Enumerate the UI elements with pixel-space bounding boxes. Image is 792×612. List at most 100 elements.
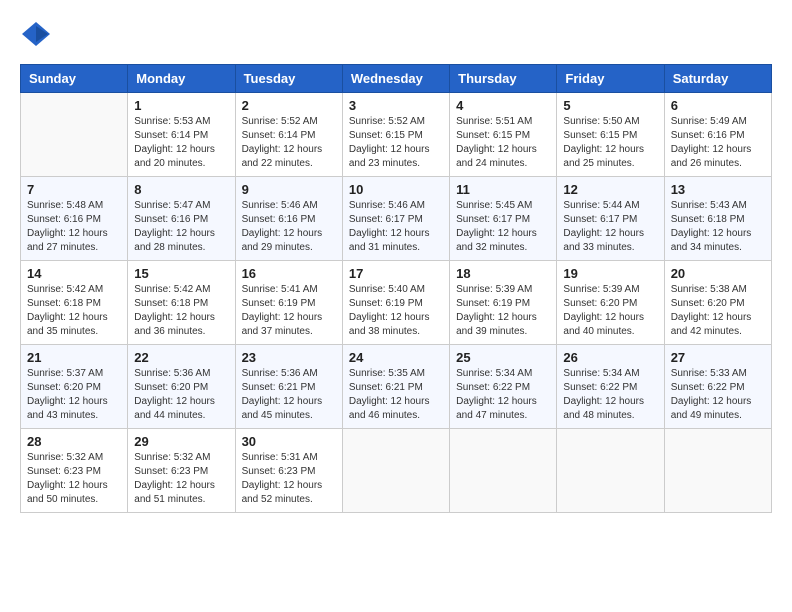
day-info: Sunrise: 5:36 AM Sunset: 6:20 PM Dayligh…: [134, 367, 228, 423]
day-info: Sunrise: 5:31 AM Sunset: 6:23 PM Dayligh…: [242, 451, 336, 507]
calendar-cell: 23Sunrise: 5:36 AM Sunset: 6:21 PM Dayli…: [235, 345, 342, 429]
calendar-cell: 25 Sunrise: 5:34 AM Sunset: 6:22 PM Dayli…: [450, 345, 557, 429]
logo: [20, 20, 58, 48]
calendar-cell: 24Sunrise: 5:35 AM Sunset: 6:21 PM Dayli…: [342, 345, 449, 429]
day-info: Sunrise: 5:33 AM Sunset: 6:22 PM Dayligh…: [671, 367, 765, 423]
calendar-cell: 6 Sunrise: 5:49 AM Sunset: 6:16 PM Daylig…: [664, 93, 771, 177]
day-info: Sunrise: 5:35 AM Sunset: 6:21 PM Dayligh…: [349, 367, 443, 423]
day-info: Sunrise: 5:46 AM Sunset: 6:16 PM Dayligh…: [242, 199, 336, 255]
day-of-week-header: Thursday: [450, 65, 557, 93]
day-number: 15: [134, 266, 228, 281]
calendar-header-row: SundayMondayTuesdayWednesdayThursdayFrid…: [21, 65, 772, 93]
day-info: Sunrise: 5:48 AM Sunset: 6:16 PM Dayligh…: [27, 199, 121, 255]
day-info: Sunrise: 5:47 AM Sunset: 6:16 PM Dayligh…: [134, 199, 228, 255]
day-info: Sunrise: 5:53 AM Sunset: 6:14 PM Dayligh…: [134, 115, 228, 171]
day-number: 19: [563, 266, 657, 281]
day-of-week-header: Monday: [128, 65, 235, 93]
day-number: 23: [242, 350, 336, 365]
day-info: Sunrise: 5:46 AM Sunset: 6:17 PM Dayligh…: [349, 199, 443, 255]
day-number: 9: [242, 182, 336, 197]
day-number: 26: [563, 350, 657, 365]
day-of-week-header: Tuesday: [235, 65, 342, 93]
calendar-cell: 5Sunrise: 5:50 AM Sunset: 6:15 PM Daylig…: [557, 93, 664, 177]
calendar-cell: 28 Sunrise: 5:32 AM Sunset: 6:23 PM Dayli…: [21, 429, 128, 513]
calendar-cell: [557, 429, 664, 513]
calendar-cell: 12Sunrise: 5:44 AM Sunset: 6:17 PM Dayli…: [557, 177, 664, 261]
day-number: 5: [563, 98, 657, 113]
calendar-cell: 29 Sunrise: 5:32 AM Sunset: 6:23 PM Dayli…: [128, 429, 235, 513]
calendar-cell: 27 Sunrise: 5:33 AM Sunset: 6:22 PM Dayli…: [664, 345, 771, 429]
day-number: 2: [242, 98, 336, 113]
day-info: Sunrise: 5:37 AM Sunset: 6:20 PM Dayligh…: [27, 367, 121, 423]
calendar-cell: 4 Sunrise: 5:51 AM Sunset: 6:15 PM Daylig…: [450, 93, 557, 177]
day-info: Sunrise: 5:52 AM Sunset: 6:14 PM Dayligh…: [242, 115, 336, 171]
day-number: 8: [134, 182, 228, 197]
day-number: 29: [134, 434, 228, 449]
calendar-week-row: 14 Sunrise: 5:42 AM Sunset: 6:18 PM Dayli…: [21, 261, 772, 345]
day-info: Sunrise: 5:34 AM Sunset: 6:22 PM Dayligh…: [456, 367, 550, 423]
day-info: Sunrise: 5:39 AM Sunset: 6:20 PM Dayligh…: [563, 283, 657, 339]
calendar-cell: 19 Sunrise: 5:39 AM Sunset: 6:20 PM Dayli…: [557, 261, 664, 345]
day-info: Sunrise: 5:44 AM Sunset: 6:17 PM Dayligh…: [563, 199, 657, 255]
calendar-table: SundayMondayTuesdayWednesdayThursdayFrid…: [20, 64, 772, 513]
day-number: 11: [456, 182, 550, 197]
day-number: 3: [349, 98, 443, 113]
day-number: 6: [671, 98, 765, 113]
calendar-cell: 7 Sunrise: 5:48 AM Sunset: 6:16 PM Daylig…: [21, 177, 128, 261]
day-of-week-header: Sunday: [21, 65, 128, 93]
calendar-cell: [450, 429, 557, 513]
day-of-week-header: Saturday: [664, 65, 771, 93]
calendar-cell: 16 Sunrise: 5:41 AM Sunset: 6:19 PM Dayli…: [235, 261, 342, 345]
calendar-cell: [664, 429, 771, 513]
day-number: 7: [27, 182, 121, 197]
calendar-cell: 14Sunrise: 5:42 AM Sunset: 6:18 PM Dayli…: [21, 261, 128, 345]
day-info: Sunrise: 5:42 AM Sunset: 6:18 PM Dayligh…: [134, 283, 228, 339]
calendar-cell: 20 Sunrise: 5:38 AM Sunset: 6:20 PM Dayli…: [664, 261, 771, 345]
calendar-cell: 18 Sunrise: 5:39 AM Sunset: 6:19 PM Dayli…: [450, 261, 557, 345]
day-info: Sunrise: 5:40 AM Sunset: 6:19 PM Dayligh…: [349, 283, 443, 339]
calendar-cell: 17 Sunrise: 5:40 AM Sunset: 6:19 PM Dayli…: [342, 261, 449, 345]
calendar-week-row: 1Sunrise: 5:53 AM Sunset: 6:14 PM Daylig…: [21, 93, 772, 177]
day-number: 13: [671, 182, 765, 197]
day-info: Sunrise: 5:43 AM Sunset: 6:18 PM Dayligh…: [671, 199, 765, 255]
calendar-cell: 1Sunrise: 5:53 AM Sunset: 6:14 PM Daylig…: [128, 93, 235, 177]
calendar-cell: 8 Sunrise: 5:47 AM Sunset: 6:16 PM Daylig…: [128, 177, 235, 261]
day-number: 22: [134, 350, 228, 365]
day-number: 18: [456, 266, 550, 281]
day-info: Sunrise: 5:32 AM Sunset: 6:23 PM Dayligh…: [134, 451, 228, 507]
calendar-cell: 11Sunrise: 5:45 AM Sunset: 6:17 PM Dayli…: [450, 177, 557, 261]
day-info: Sunrise: 5:39 AM Sunset: 6:19 PM Dayligh…: [456, 283, 550, 339]
day-number: 4: [456, 98, 550, 113]
day-info: Sunrise: 5:52 AM Sunset: 6:15 PM Dayligh…: [349, 115, 443, 171]
day-info: Sunrise: 5:49 AM Sunset: 6:16 PM Dayligh…: [671, 115, 765, 171]
calendar-cell: 2 Sunrise: 5:52 AM Sunset: 6:14 PM Daylig…: [235, 93, 342, 177]
day-number: 27: [671, 350, 765, 365]
day-number: 10: [349, 182, 443, 197]
calendar-cell: [342, 429, 449, 513]
day-number: 14: [27, 266, 121, 281]
day-number: 21: [27, 350, 121, 365]
day-number: 28: [27, 434, 121, 449]
day-info: Sunrise: 5:38 AM Sunset: 6:20 PM Dayligh…: [671, 283, 765, 339]
calendar-cell: 10 Sunrise: 5:46 AM Sunset: 6:17 PM Dayli…: [342, 177, 449, 261]
logo-icon: [20, 20, 52, 48]
calendar-cell: 13 Sunrise: 5:43 AM Sunset: 6:18 PM Dayli…: [664, 177, 771, 261]
day-info: Sunrise: 5:41 AM Sunset: 6:19 PM Dayligh…: [242, 283, 336, 339]
day-info: Sunrise: 5:32 AM Sunset: 6:23 PM Dayligh…: [27, 451, 121, 507]
calendar-cell: 30Sunrise: 5:31 AM Sunset: 6:23 PM Dayli…: [235, 429, 342, 513]
calendar-cell: 9 Sunrise: 5:46 AM Sunset: 6:16 PM Daylig…: [235, 177, 342, 261]
calendar-week-row: 28 Sunrise: 5:32 AM Sunset: 6:23 PM Dayli…: [21, 429, 772, 513]
day-number: 16: [242, 266, 336, 281]
day-number: 17: [349, 266, 443, 281]
day-number: 25: [456, 350, 550, 365]
calendar-cell: 21 Sunrise: 5:37 AM Sunset: 6:20 PM Dayli…: [21, 345, 128, 429]
calendar-cell: 15 Sunrise: 5:42 AM Sunset: 6:18 PM Dayli…: [128, 261, 235, 345]
day-of-week-header: Wednesday: [342, 65, 449, 93]
day-info: Sunrise: 5:51 AM Sunset: 6:15 PM Dayligh…: [456, 115, 550, 171]
calendar-week-row: 7 Sunrise: 5:48 AM Sunset: 6:16 PM Daylig…: [21, 177, 772, 261]
calendar-week-row: 21 Sunrise: 5:37 AM Sunset: 6:20 PM Dayli…: [21, 345, 772, 429]
day-number: 20: [671, 266, 765, 281]
calendar-cell: 3 Sunrise: 5:52 AM Sunset: 6:15 PM Daylig…: [342, 93, 449, 177]
calendar-cell: 26Sunrise: 5:34 AM Sunset: 6:22 PM Dayli…: [557, 345, 664, 429]
calendar-cell: 22 Sunrise: 5:36 AM Sunset: 6:20 PM Dayli…: [128, 345, 235, 429]
